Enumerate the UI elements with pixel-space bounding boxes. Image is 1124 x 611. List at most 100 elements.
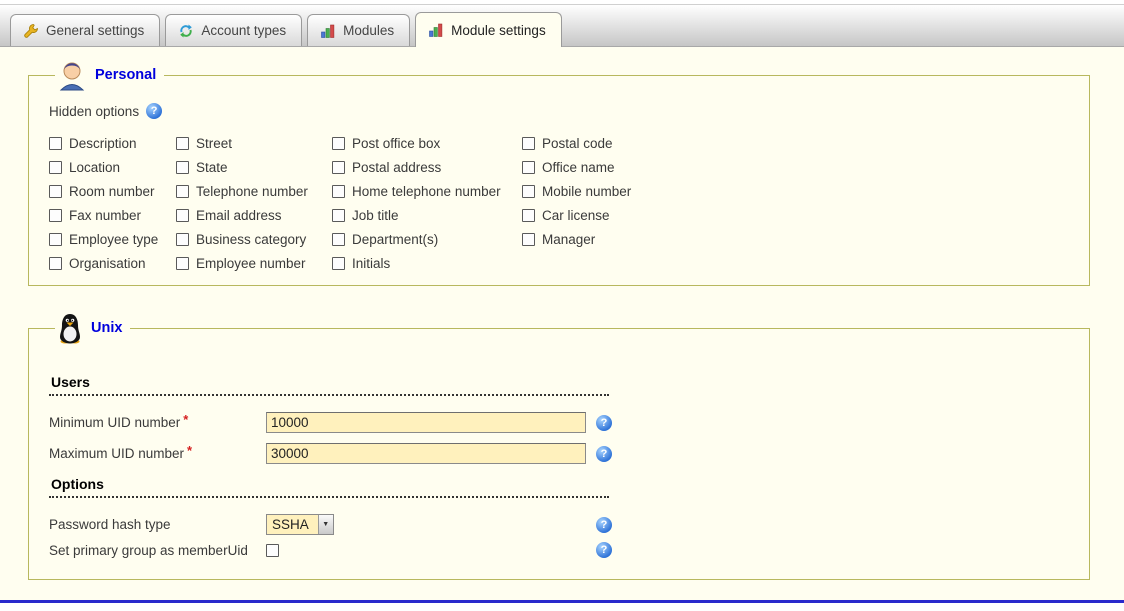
checkbox-label: Postal address — [352, 160, 441, 175]
module-settings-icon — [428, 22, 444, 38]
hidden-option-initials[interactable]: Initials — [332, 256, 522, 271]
modules-icon — [320, 23, 336, 39]
hidden-option-postal-address[interactable]: Postal address — [332, 160, 522, 175]
checkbox-label: Initials — [352, 256, 390, 271]
hidden-option-business-category[interactable]: Business category — [176, 232, 332, 247]
checkbox[interactable] — [522, 185, 535, 198]
users-section-title: Users — [51, 374, 90, 390]
checkbox-label: Description — [69, 136, 137, 151]
tab-label: Modules — [343, 23, 394, 38]
account-types-icon — [178, 23, 194, 39]
help-icon[interactable]: ? — [596, 542, 612, 558]
checkbox-label: Home telephone number — [352, 184, 501, 199]
hidden-option-post-office-box[interactable]: Post office box — [332, 136, 522, 151]
hidden-option-description[interactable]: Description — [49, 136, 176, 151]
hidden-option-job-title[interactable]: Job title — [332, 208, 522, 223]
options-section-header: Options — [49, 476, 609, 498]
hidden-option-car-license[interactable]: Car license — [522, 208, 1073, 223]
unix-legend: Unix — [55, 312, 130, 344]
checkbox[interactable] — [332, 185, 345, 198]
password-hash-select[interactable]: SSHA ▼ — [266, 514, 334, 535]
checkbox[interactable] — [522, 209, 535, 222]
checkbox[interactable] — [332, 257, 345, 270]
hidden-option-state[interactable]: State — [176, 160, 332, 175]
checkbox[interactable] — [332, 137, 345, 150]
checkbox[interactable] — [176, 185, 189, 198]
tab-modules[interactable]: Modules — [307, 14, 410, 46]
wrench-icon — [23, 23, 39, 39]
hidden-option-postal-code[interactable]: Postal code — [522, 136, 1073, 151]
checkbox[interactable] — [176, 137, 189, 150]
hidden-option-office-name[interactable]: Office name — [522, 160, 1073, 175]
memberuid-label: Set primary group as memberUid — [49, 543, 266, 558]
tab-bar: General settings Account types Modules — [0, 4, 1124, 47]
required-marker: * — [183, 412, 188, 427]
password-hash-row: Password hash type SSHA ▼ ? — [49, 514, 1073, 535]
hidden-option-organisation[interactable]: Organisation — [49, 256, 176, 271]
checkbox-label: Fax number — [69, 208, 141, 223]
hidden-option-street[interactable]: Street — [176, 136, 332, 151]
hidden-option-employee-type[interactable]: Employee type — [49, 232, 176, 247]
memberuid-checkbox[interactable] — [266, 544, 279, 557]
hidden-options-label: Hidden options — [49, 104, 139, 119]
hidden-option-employee-number[interactable]: Employee number — [176, 256, 332, 271]
module-settings-page: Personal Hidden options ? Description St… — [0, 47, 1124, 603]
personal-title: Personal — [95, 67, 156, 83]
help-icon[interactable]: ? — [596, 517, 612, 533]
hidden-option-mobile-number[interactable]: Mobile number — [522, 184, 1073, 199]
checkbox-label: Employee type — [69, 232, 158, 247]
checkbox[interactable] — [522, 161, 535, 174]
hidden-option-room-number[interactable]: Room number — [49, 184, 176, 199]
hidden-option-departments[interactable]: Department(s) — [332, 232, 522, 247]
checkbox[interactable] — [49, 209, 62, 222]
checkbox-label: Location — [69, 160, 120, 175]
checkbox[interactable] — [176, 233, 189, 246]
checkbox-label: Office name — [542, 160, 615, 175]
checkbox[interactable] — [49, 137, 62, 150]
help-icon[interactable]: ? — [596, 446, 612, 462]
hidden-option-fax-number[interactable]: Fax number — [49, 208, 176, 223]
personal-section: Personal Hidden options ? Description St… — [28, 59, 1090, 286]
help-icon[interactable]: ? — [596, 415, 612, 431]
users-section-header: Users — [49, 374, 609, 396]
tab-general-settings[interactable]: General settings — [10, 14, 160, 46]
max-uid-input[interactable] — [266, 443, 586, 464]
checkbox[interactable] — [332, 233, 345, 246]
hidden-option-location[interactable]: Location — [49, 160, 176, 175]
checkbox-label: Postal code — [542, 136, 613, 151]
checkbox[interactable] — [522, 137, 535, 150]
unix-title: Unix — [91, 320, 122, 336]
checkbox[interactable] — [49, 161, 62, 174]
tab-account-types[interactable]: Account types — [165, 14, 302, 46]
checkbox-label: Street — [196, 136, 232, 151]
tab-module-settings[interactable]: Module settings — [415, 12, 562, 47]
checkbox[interactable] — [332, 209, 345, 222]
min-uid-input[interactable] — [266, 412, 586, 433]
checkbox[interactable] — [176, 257, 189, 270]
checkbox-label: Job title — [352, 208, 399, 223]
hidden-option-email-address[interactable]: Email address — [176, 208, 332, 223]
checkbox-label: Department(s) — [352, 232, 438, 247]
memberuid-row: Set primary group as memberUid ? — [49, 542, 1073, 558]
checkbox[interactable] — [176, 209, 189, 222]
checkbox-label: Post office box — [352, 136, 440, 151]
checkbox[interactable] — [176, 161, 189, 174]
checkbox[interactable] — [49, 185, 62, 198]
checkbox-label: Manager — [542, 232, 595, 247]
checkbox-label: Car license — [542, 208, 610, 223]
checkbox[interactable] — [49, 257, 62, 270]
max-uid-label: Maximum UID number* — [49, 446, 266, 461]
hidden-option-home-telephone-number[interactable]: Home telephone number — [332, 184, 522, 199]
unix-section: Unix Users Minimum UID number* ? Maximum… — [28, 312, 1090, 580]
min-uid-label: Minimum UID number* — [49, 415, 266, 430]
hidden-option-manager[interactable]: Manager — [522, 232, 1073, 247]
hidden-options-row: Hidden options ? — [49, 103, 1073, 119]
checkbox[interactable] — [332, 161, 345, 174]
hidden-option-telephone-number[interactable]: Telephone number — [176, 184, 332, 199]
max-uid-row: Maximum UID number* ? — [49, 443, 1073, 464]
checkbox[interactable] — [522, 233, 535, 246]
checkbox[interactable] — [49, 233, 62, 246]
checkbox-label: Telephone number — [196, 184, 308, 199]
checkbox-label: Business category — [196, 232, 306, 247]
help-icon[interactable]: ? — [146, 103, 162, 119]
